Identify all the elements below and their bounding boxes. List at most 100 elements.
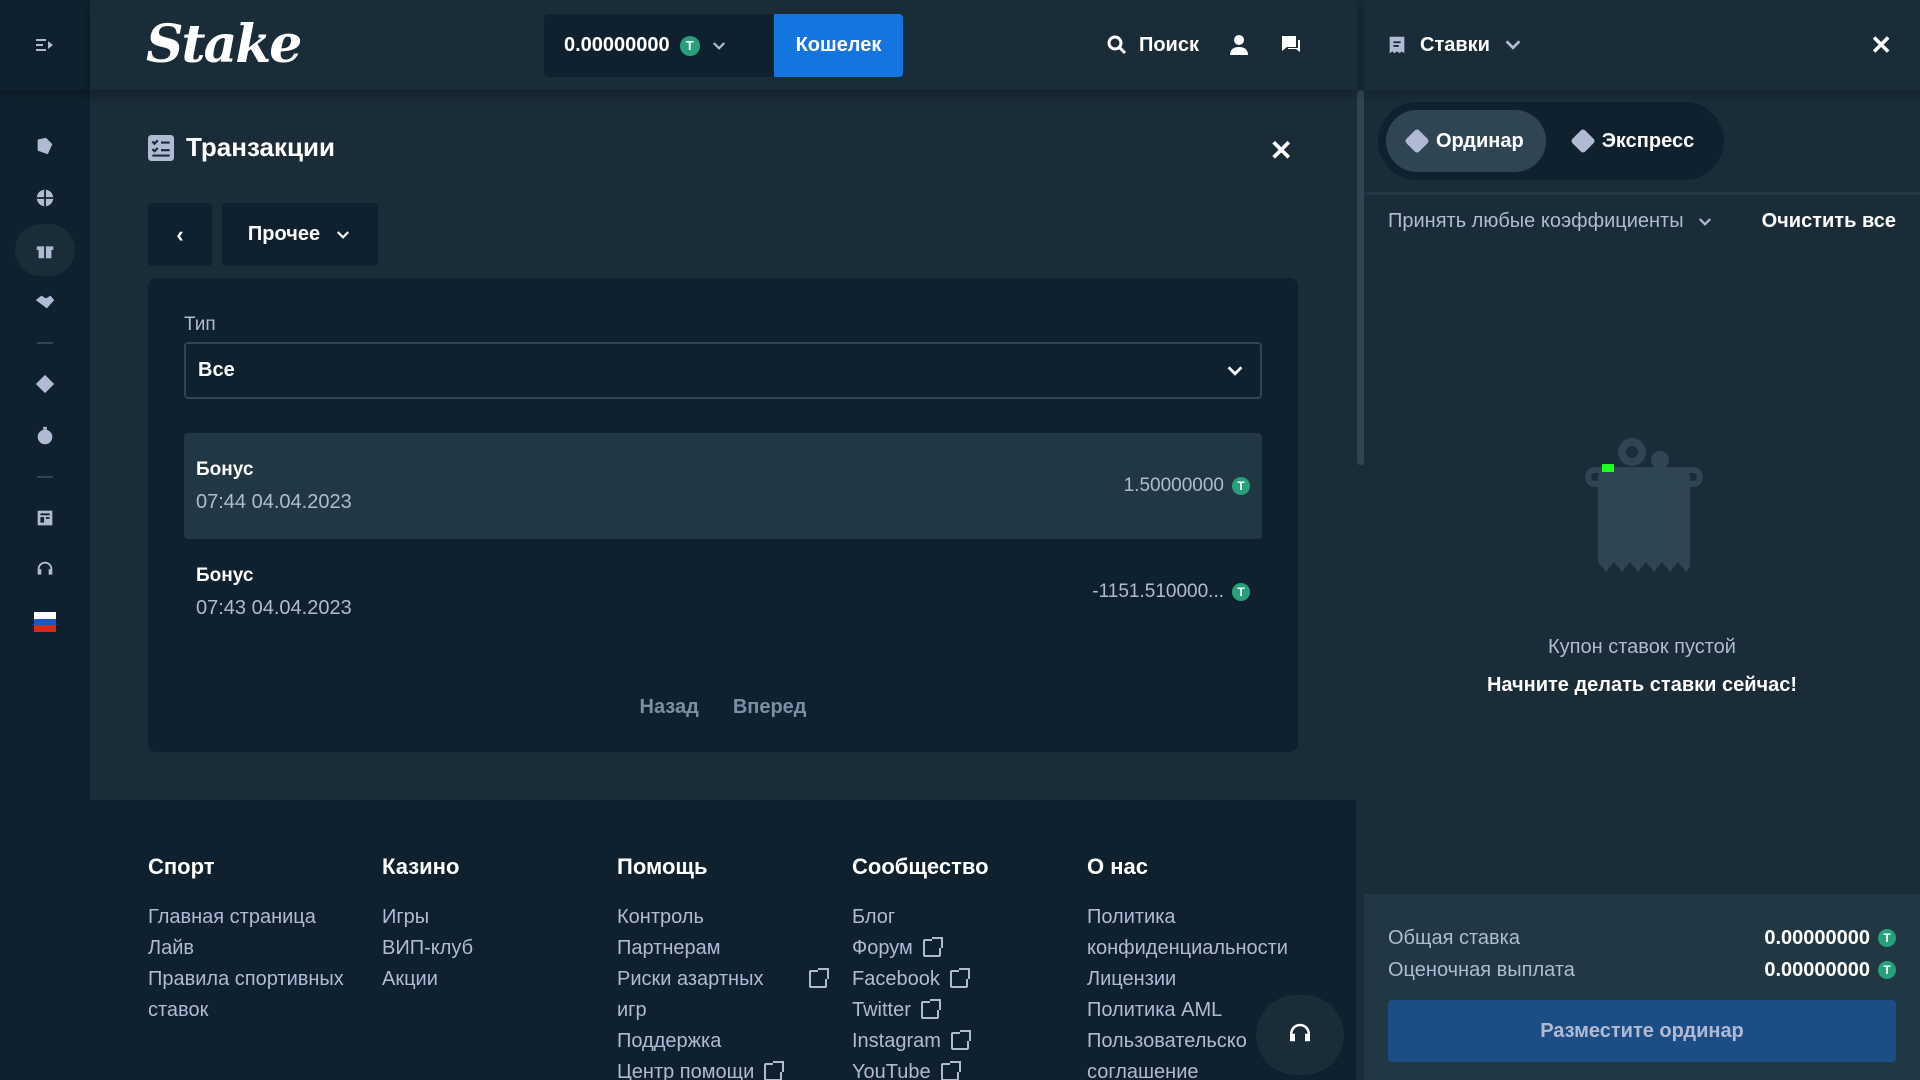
- footer-link[interactable]: ВИП-клуб: [382, 933, 602, 964]
- site-footer: Спорт Главная страница Лайв Правила спор…: [90, 800, 1357, 1080]
- headset-icon: [1290, 1023, 1310, 1042]
- category-label: Прочее: [247, 223, 321, 245]
- menu-toggle[interactable]: [0, 0, 90, 90]
- chevron-down-icon: [712, 41, 725, 50]
- scrollbar-thumb[interactable]: [1357, 90, 1364, 465]
- chevron-down-icon: [1227, 366, 1243, 376]
- back-button[interactable]: ‹: [148, 203, 212, 266]
- footer-link-text: Twitter: [852, 999, 911, 1021]
- rail-promotions-button[interactable]: [15, 224, 75, 276]
- close-bet-slip-button[interactable]: ✕: [1870, 30, 1892, 61]
- rail-sports-button[interactable]: [15, 172, 75, 224]
- place-bet-button[interactable]: Разместите ординар: [1388, 1000, 1896, 1062]
- wallet-button[interactable]: Кошелек: [774, 14, 903, 77]
- footer-col-title: Казино: [382, 854, 460, 879]
- odds-options-row: Принять любые коэффициенты Очистить все: [1388, 210, 1896, 233]
- casino-icon: [37, 137, 53, 155]
- footer-link[interactable]: Акции: [382, 964, 602, 995]
- footer-link[interactable]: ставок: [148, 995, 368, 1026]
- handshake-icon: [35, 295, 55, 309]
- footer-col-sports: Спорт Главная страница Лайв Правила спор…: [148, 854, 368, 1026]
- footer-link[interactable]: Игры: [382, 902, 602, 933]
- ticket-icon: [1404, 128, 1430, 154]
- footer-link-text: Форум: [852, 937, 913, 959]
- rail-blog-button[interactable]: [15, 492, 75, 544]
- est-payout-row: Оценочная выплата 0.00000000 T: [1388, 954, 1896, 986]
- footer-link[interactable]: Facebook: [852, 964, 1072, 995]
- left-rail: [0, 0, 90, 1080]
- footer-link[interactable]: Контроль: [617, 902, 827, 933]
- footer-link[interactable]: Пользовательско: [1087, 1026, 1262, 1057]
- newspaper-icon: [37, 510, 53, 526]
- accept-odds-dropdown[interactable]: Принять любые коэффициенты: [1388, 210, 1714, 233]
- wallet-group: 0.00000000 T Кошелек: [544, 14, 903, 77]
- footer-link[interactable]: Правила спортивных: [148, 964, 368, 995]
- accept-odds-label: Принять любые коэффициенты: [1388, 210, 1684, 232]
- ticket-icon: [35, 374, 55, 394]
- bet-slip-panel: Ставки ✕ Ординар Экспресс Принять любые …: [1364, 0, 1920, 1080]
- tether-coin-icon: T: [1878, 929, 1896, 947]
- external-link-icon: [949, 968, 970, 988]
- search-button[interactable]: Поиск: [1105, 33, 1199, 57]
- rail-casino-button[interactable]: [15, 120, 75, 172]
- footer-link[interactable]: YouTube: [852, 1057, 1072, 1080]
- rail-affiliate-button[interactable]: [15, 276, 75, 328]
- user-icon[interactable]: [1227, 33, 1251, 57]
- footer-link[interactable]: Партнерам: [617, 933, 827, 964]
- tether-coin-icon: T: [1232, 583, 1250, 601]
- clear-all-button[interactable]: Очистить все: [1762, 210, 1896, 233]
- footer-link[interactable]: Центр помощи: [617, 1057, 827, 1080]
- est-payout-value: 0.00000000 T: [1764, 959, 1896, 982]
- category-dropdown[interactable]: Прочее: [222, 203, 378, 266]
- footer-link-text: Риски азартных: [617, 968, 764, 990]
- footer-link[interactable]: Twitter: [852, 995, 1072, 1026]
- chat-icon[interactable]: [1279, 33, 1303, 57]
- footer-link[interactable]: конфиденциальности: [1087, 933, 1317, 964]
- total-stake-row: Общая ставка 0.00000000 T: [1388, 922, 1896, 954]
- footer-link[interactable]: игр: [617, 995, 827, 1026]
- tab-multi[interactable]: Экспресс: [1552, 110, 1717, 172]
- tether-coin-icon: T: [1232, 477, 1250, 495]
- footer-link[interactable]: Поддержка: [617, 1026, 827, 1057]
- bet-slip-title: Ставки: [1420, 33, 1490, 56]
- footer-link[interactable]: Политика: [1087, 902, 1317, 933]
- footer-link[interactable]: Лайв: [148, 933, 368, 964]
- stopwatch-icon: [37, 426, 53, 445]
- external-link-icon: [809, 968, 829, 988]
- rail-bets-button[interactable]: [15, 358, 75, 410]
- search-icon: [1107, 35, 1127, 55]
- footer-link-text: Instagram: [852, 1030, 941, 1052]
- next-page-button[interactable]: Вперед: [733, 696, 807, 719]
- ticket-multi-icon: [1569, 128, 1596, 154]
- tab-single[interactable]: Ординар: [1386, 110, 1546, 172]
- top-header: Stake 0.00000000 T Кошелек Поиск: [90, 0, 1357, 90]
- external-link-icon: [922, 937, 943, 957]
- rail-language-button[interactable]: [15, 596, 75, 648]
- gift-icon: [36, 246, 54, 259]
- tab-single-label: Ординар: [1436, 129, 1524, 152]
- footer-link[interactable]: Риски азартных: [617, 964, 829, 995]
- footer-link[interactable]: Форум: [852, 933, 1072, 964]
- rail-support-button[interactable]: [15, 544, 75, 596]
- transactions-card: Тип Все Бонус 07:44 04.04.2023 1.5000000…: [148, 278, 1298, 752]
- main-scrollbar[interactable]: [1356, 90, 1364, 1080]
- search-label: Поиск: [1138, 33, 1199, 56]
- tab-multi-label: Экспресс: [1601, 129, 1695, 152]
- stake-logo[interactable]: Stake: [146, 14, 302, 75]
- live-support-button[interactable]: [1256, 995, 1344, 1075]
- bet-slip-header[interactable]: Ставки ✕: [1364, 0, 1920, 90]
- prev-page-button[interactable]: Назад: [640, 696, 699, 719]
- footer-link[interactable]: Главная страница: [148, 902, 368, 933]
- transaction-row: Бонус 07:43 04.04.2023 -1151.510000... T: [184, 539, 1262, 645]
- close-modal-button[interactable]: ✕: [1270, 134, 1293, 167]
- footer-link[interactable]: Лицензии: [1087, 964, 1317, 995]
- footer-link[interactable]: Блог: [852, 902, 1072, 933]
- footer-link-text: YouTube: [852, 1061, 931, 1080]
- est-payout-label: Оценочная выплата: [1388, 958, 1575, 981]
- balance-dropdown[interactable]: 0.00000000 T: [544, 14, 774, 77]
- empty-slip-message: Купон ставок пустой: [1548, 636, 1736, 658]
- rail-responsible-button[interactable]: [15, 410, 75, 462]
- type-select[interactable]: Все: [184, 342, 1262, 399]
- transactions-title: Транзакции: [148, 132, 335, 163]
- footer-link[interactable]: Instagram: [852, 1026, 1072, 1057]
